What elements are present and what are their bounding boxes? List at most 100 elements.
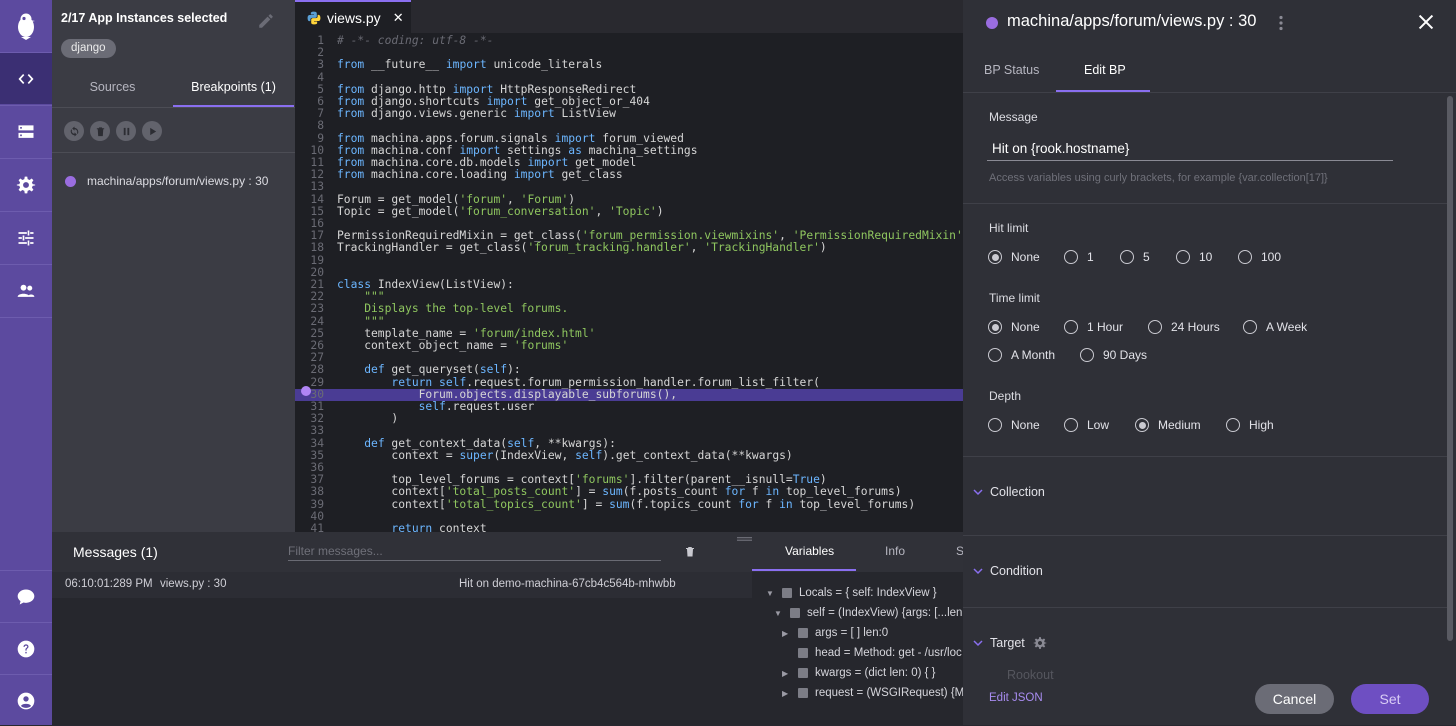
hit-limit-none-radio[interactable]: None (988, 250, 1040, 264)
code-line[interactable]: 41 return context (295, 522, 963, 532)
line-number[interactable]: 4 (295, 71, 337, 84)
line-number[interactable]: 9 (295, 132, 337, 145)
line-number[interactable]: 8 (295, 120, 337, 132)
condition-accordion[interactable]: Condition (973, 564, 1043, 578)
line-number[interactable]: 6 (295, 95, 337, 108)
rail-help[interactable] (0, 622, 52, 674)
line-number[interactable]: 41 (295, 522, 337, 532)
tab-info[interactable]: Info (885, 544, 905, 558)
code-line[interactable]: 3 from __future__ import unicode_literals (295, 59, 963, 71)
hit-limit-1-radio[interactable]: 1 (1064, 250, 1094, 264)
tab-bp-status[interactable]: BP Status (984, 63, 1039, 77)
breakpoint-gutter-marker[interactable] (301, 386, 311, 396)
cancel-button[interactable]: Cancel (1255, 684, 1334, 714)
rookout-logo[interactable] (0, 0, 52, 52)
code-line[interactable]: 26 context_object_name = 'forums' (295, 339, 963, 352)
resume-button[interactable] (142, 121, 162, 141)
rail-team[interactable] (0, 264, 52, 316)
tab-edit-bp[interactable]: Edit BP (1084, 63, 1126, 77)
pause-button[interactable] (116, 121, 136, 141)
code-line[interactable]: 12 from machina.core.loading import get_c… (295, 168, 963, 181)
line-number[interactable]: 18 (295, 242, 337, 254)
code-line[interactable]: 23 Displays the top-level forums. (295, 303, 963, 315)
code-editor[interactable]: views.py ✕ 1 # -*- coding: utf-8 -*- 2 3 fro… (295, 0, 963, 532)
line-number[interactable]: 28 (295, 364, 337, 376)
caret-right-icon[interactable]: ▶ (782, 689, 790, 698)
variable-row[interactable]: ▶ kwargs = (dict len: 0) { } (782, 665, 936, 681)
depth-high-radio[interactable]: High (1226, 418, 1274, 432)
code-line[interactable]: 7 from django.views.generic import ListVi… (295, 107, 963, 120)
collection-accordion[interactable]: Collection (973, 485, 1045, 499)
code-line[interactable]: 35 context = super(IndexView, self).get_… (295, 449, 963, 462)
message-row[interactable]: 06:10:01:289 PM views.py : 30 Hit on dem… (52, 572, 752, 598)
time-limit-none-radio[interactable]: None (988, 320, 1040, 334)
edit-json-link[interactable]: Edit JSON (989, 692, 1043, 704)
line-number[interactable]: 39 (295, 498, 337, 511)
line-number[interactable]: 2 (295, 46, 337, 59)
tab-breakpoints[interactable]: Breakpoints (1) (173, 70, 294, 107)
target-accordion[interactable]: Target (973, 636, 1047, 650)
instance-filter-chip[interactable]: django (61, 39, 116, 58)
tab-stack[interactable]: S (956, 544, 963, 558)
tab-sources[interactable]: Sources (52, 70, 173, 107)
variable-row[interactable]: ▶ request = (WSGIRequest) {M (782, 685, 963, 701)
rail-settings[interactable] (0, 158, 52, 210)
variable-row[interactable]: ▶ args = [ ] len:0 (782, 625, 888, 641)
line-number[interactable]: 1 (295, 34, 337, 47)
line-number[interactable]: 38 (295, 486, 337, 498)
time-limit-90-days-radio[interactable]: 90 Days (1080, 348, 1147, 362)
time-limit-24-hours-radio[interactable]: 24 Hours (1148, 320, 1220, 334)
more-vertical-icon[interactable] (1278, 15, 1284, 31)
hit-limit-5-radio[interactable]: 5 (1120, 250, 1150, 264)
rail-tune[interactable] (0, 211, 52, 263)
depth-none-radio[interactable]: None (988, 418, 1040, 432)
breakpoint-list-item[interactable]: machina/apps/forum/views.py : 30 (87, 174, 268, 188)
rail-account[interactable] (0, 674, 52, 726)
gear-icon[interactable] (1033, 636, 1047, 650)
variable-row[interactable]: head = Method: get - /usr/loc (782, 645, 962, 661)
line-number[interactable]: 7 (295, 107, 337, 120)
line-number[interactable]: 3 (295, 59, 337, 71)
caret-down-icon[interactable]: ▼ (766, 589, 774, 598)
line-number[interactable]: 5 (295, 83, 337, 96)
refresh-button[interactable] (64, 121, 84, 141)
code-line[interactable]: 15 Topic = get_model('forum_conversation'… (295, 205, 963, 218)
code-line[interactable]: 18 TrackingHandler = get_class('forum_tra… (295, 242, 963, 254)
line-number[interactable]: 33 (295, 425, 337, 437)
code-line[interactable]: 32 ) (295, 412, 963, 425)
code-line[interactable]: 1 # -*- coding: utf-8 -*- (295, 34, 963, 47)
code-line[interactable]: 39 context['total_topics_count'] = sum(f… (295, 498, 963, 511)
file-tab[interactable]: views.py ✕ (295, 0, 411, 33)
set-button[interactable]: Set (1351, 684, 1429, 714)
line-number[interactable]: 14 (295, 193, 337, 206)
time-limit-1-hour-radio[interactable]: 1 Hour (1064, 320, 1123, 334)
filter-messages-input[interactable] (288, 542, 661, 561)
caret-down-icon[interactable]: ▼ (774, 609, 782, 618)
caret-right-icon[interactable]: ▶ (782, 669, 790, 678)
rail-servers[interactable] (0, 105, 52, 157)
variable-row[interactable]: ▼ Locals = { self: IndexView } (766, 585, 937, 601)
hit-limit-100-radio[interactable]: 100 (1238, 250, 1281, 264)
close-icon[interactable]: ✕ (393, 10, 404, 26)
time-limit-a-month-radio[interactable]: A Month (988, 348, 1055, 362)
trash-icon[interactable] (684, 545, 696, 558)
variable-row[interactable]: ▼ self = (IndexView) {args: [...len (774, 605, 962, 621)
close-icon[interactable] (1415, 11, 1437, 33)
caret-right-icon[interactable]: ▶ (782, 629, 790, 638)
code-line[interactable]: 21 class IndexView(ListView): (295, 278, 963, 291)
rail-chat[interactable] (0, 570, 52, 622)
depth-low-radio[interactable]: Low (1064, 418, 1109, 432)
depth-medium-radio[interactable]: Medium (1135, 418, 1201, 432)
line-number[interactable]: 19 (295, 254, 337, 267)
code-line[interactable]: 19 (295, 254, 963, 267)
line-number[interactable]: 23 (295, 303, 337, 315)
hit-limit-10-radio[interactable]: 10 (1176, 250, 1212, 264)
time-limit-a-week-radio[interactable]: A Week (1243, 320, 1307, 334)
rail-code[interactable] (0, 52, 52, 104)
line-number[interactable]: 34 (295, 437, 337, 450)
message-input[interactable] (987, 137, 1393, 161)
delete-all-button[interactable] (90, 121, 110, 141)
pencil-icon[interactable] (257, 12, 275, 30)
line-number[interactable]: 13 (295, 181, 337, 193)
tab-variables[interactable]: Variables (785, 544, 834, 558)
